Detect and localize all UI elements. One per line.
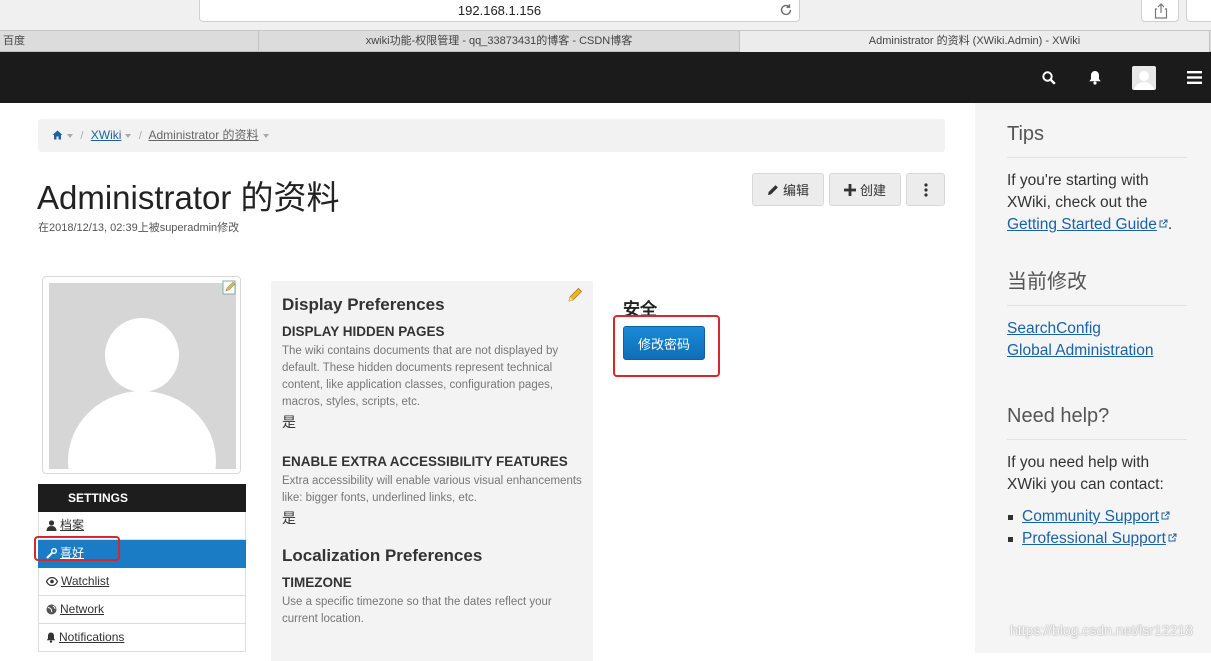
help-text: If you need help with XWiki you can cont… xyxy=(1007,454,1164,493)
tips-text: If you're starting with XWiki, check out… xyxy=(1007,172,1173,233)
chevron-down-icon[interactable] xyxy=(262,133,269,138)
help-panel: Need help? If you need help with XWiki y… xyxy=(1007,405,1187,550)
recent-changes-list: SearchConfig Global Administration xyxy=(1007,318,1187,362)
recent-link-searchconfig[interactable]: SearchConfig xyxy=(1007,318,1187,340)
search-icon xyxy=(1042,70,1056,85)
page-title: Administrator 的资料 xyxy=(37,179,340,216)
menu-button[interactable] xyxy=(1181,52,1207,103)
timezone-description: Use a specific timezone so that the date… xyxy=(282,596,552,625)
share-icon xyxy=(1154,3,1168,19)
help-title: Need help? xyxy=(1007,405,1187,440)
settings-menu: SETTINGS 档案 喜好 Watchlist Network Notific… xyxy=(38,484,246,652)
accessibility-value: 是 xyxy=(282,510,296,526)
list-item: Professional Support xyxy=(1007,528,1187,550)
browser-tab[interactable]: 百度 xyxy=(0,31,259,52)
pencil-icon xyxy=(568,287,583,302)
chevron-down-icon[interactable] xyxy=(67,133,73,138)
recent-link-global-administration[interactable]: Global Administration xyxy=(1007,340,1187,362)
settings-heading: SETTINGS xyxy=(38,484,246,512)
breadcrumb-wiki-link[interactable]: XWiki xyxy=(91,128,122,142)
accessibility-description: Extra accessibility will enable various … xyxy=(282,475,582,504)
settings-item-label[interactable]: Network xyxy=(60,596,104,623)
preferences-panel: Display Preferences DISPLAY HIDDEN PAGES… xyxy=(271,281,593,661)
plus-icon xyxy=(843,183,856,196)
hidden-pages-description: The wiki contains documents that are not… xyxy=(282,345,559,408)
home-icon[interactable] xyxy=(52,130,63,140)
bell-icon xyxy=(46,632,56,643)
display-preferences-title: Display Preferences xyxy=(282,295,445,314)
profile-avatar xyxy=(49,283,236,469)
annotation-highlight-box xyxy=(34,536,120,561)
settings-item-watchlist[interactable]: Watchlist xyxy=(38,568,246,596)
recent-changes-title: 当前修改 xyxy=(1007,265,1187,306)
annotation-highlight-box xyxy=(613,315,720,377)
settings-item-label[interactable]: Watchlist xyxy=(61,568,109,595)
hidden-pages-value: 是 xyxy=(282,414,296,430)
notifications-button[interactable] xyxy=(1082,52,1108,103)
create-button[interactable]: 创建 xyxy=(829,173,901,206)
chevron-down-icon[interactable] xyxy=(125,133,132,138)
address-text: 192.168.1.156 xyxy=(457,3,542,18)
list-item: Community Support xyxy=(1007,506,1187,528)
getting-started-link[interactable]: Getting Started Guide xyxy=(1007,216,1157,233)
settings-item-network[interactable]: Network xyxy=(38,596,246,624)
accessibility-heading: ENABLE EXTRA ACCESSIBILITY FEATURES xyxy=(282,454,568,469)
timezone-heading: TIMEZONE xyxy=(282,575,352,590)
breadcrumb-current-page[interactable]: Administrator 的资料 xyxy=(149,128,259,142)
bell-icon xyxy=(1089,71,1101,85)
localization-preferences-title: Localization Preferences xyxy=(282,546,483,565)
browser-tab-active[interactable]: Administrator 的资料 (XWiki.Admin) - XWiki xyxy=(740,31,1210,52)
browser-tab[interactable]: xwiki功能-权限管理 - qq_33873431的博客 - CSDN博客 xyxy=(259,31,740,52)
edit-preferences-button[interactable] xyxy=(568,287,583,307)
profile-avatar-box xyxy=(42,276,241,474)
browser-tab-strip: 百度 xwiki功能-权限管理 - qq_33873431的博客 - CSDN博… xyxy=(0,30,1211,52)
external-link-icon xyxy=(1161,511,1170,520)
community-support-link[interactable]: Community Support xyxy=(1022,508,1159,525)
breadcrumb-separator: / xyxy=(80,130,84,142)
external-link-icon xyxy=(1168,533,1177,542)
settings-item-notifications[interactable]: Notifications xyxy=(38,624,246,652)
share-button[interactable] xyxy=(1141,0,1179,22)
main-content: / XWiki / Administrator 的资料 Administrato… xyxy=(0,103,975,661)
hamburger-icon xyxy=(1186,71,1202,84)
reload-icon[interactable] xyxy=(779,3,793,17)
browser-toolbar: 192.168.1.156 xyxy=(0,0,1211,30)
avatar xyxy=(1132,65,1156,90)
breadcrumb: / XWiki / Administrator 的资料 xyxy=(38,119,945,152)
settings-item-label[interactable]: Notifications xyxy=(59,624,124,651)
tips-panel: Tips If you're starting with XWiki, chec… xyxy=(1007,123,1187,236)
external-link-icon xyxy=(1159,219,1168,228)
user-avatar-button[interactable] xyxy=(1131,52,1157,103)
modified-info: 在2018/12/13, 02:39上被superadmin修改 xyxy=(38,222,240,234)
watermark: https://blog.csdn.net/lsr12218 xyxy=(1010,622,1193,638)
tabs-overview-button[interactable] xyxy=(1186,0,1211,22)
user-icon xyxy=(46,520,57,531)
tips-title: Tips xyxy=(1007,123,1187,158)
globe-icon xyxy=(46,604,57,615)
more-actions-button[interactable] xyxy=(906,173,945,206)
edit-button[interactable]: 编辑 xyxy=(752,173,824,206)
pencil-icon xyxy=(767,184,778,195)
more-vertical-icon xyxy=(923,182,928,197)
address-bar[interactable]: 192.168.1.156 xyxy=(199,0,800,22)
help-links: Community Support Professional Support xyxy=(1007,506,1187,550)
top-navbar xyxy=(0,52,1211,103)
eye-icon xyxy=(46,577,58,586)
right-sidebar: Tips If you're starting with XWiki, chec… xyxy=(975,103,1211,653)
recent-changes-panel: 当前修改 SearchConfig Global Administration xyxy=(1007,265,1187,362)
professional-support-link[interactable]: Professional Support xyxy=(1022,530,1166,547)
search-button[interactable] xyxy=(1036,52,1062,103)
settings-item-label[interactable]: 档案 xyxy=(60,512,84,539)
breadcrumb-separator: / xyxy=(138,130,142,142)
hidden-pages-heading: DISPLAY HIDDEN PAGES xyxy=(282,324,445,339)
edit-avatar-icon[interactable] xyxy=(222,279,238,295)
